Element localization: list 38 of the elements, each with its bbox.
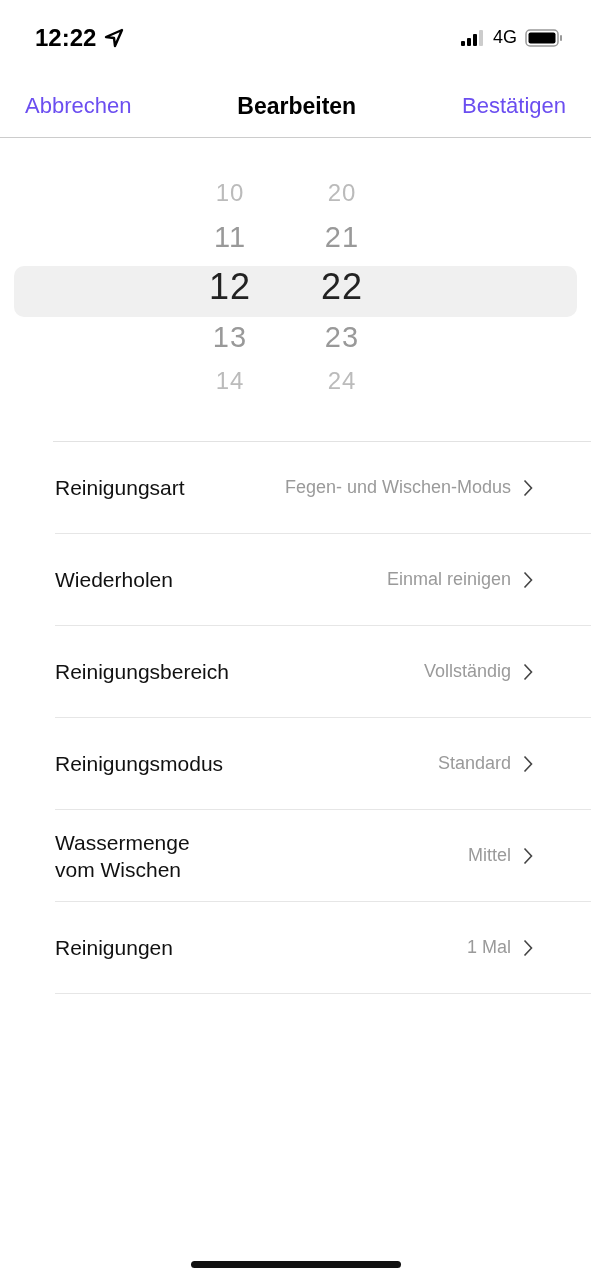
- status-time: 12:22: [35, 23, 97, 52]
- setting-value: Standard: [437, 753, 511, 774]
- settings-row[interactable]: Reinigungen 1 Mal: [55, 902, 591, 994]
- settings-row[interactable]: Reinigungsmodus Standard: [55, 718, 591, 810]
- setting-label: Reinigungsart: [55, 475, 185, 501]
- setting-value: Fegen- und Wischen-Modus: [284, 477, 511, 498]
- hour-option[interactable]: 13: [212, 313, 248, 361]
- minute-option[interactable]: 22: [320, 261, 363, 313]
- chevron-right-icon: [523, 938, 533, 957]
- hour-option[interactable]: 12: [208, 261, 251, 313]
- setting-label: Wiederholen: [55, 567, 173, 593]
- confirm-button[interactable]: Bestätigen: [462, 93, 566, 119]
- nav-title: Bearbeiten: [237, 92, 357, 120]
- setting-label: Reinigungsbereich: [55, 659, 229, 685]
- setting-label: Reinigungen: [55, 935, 173, 961]
- chevron-right-icon: [523, 478, 533, 497]
- setting-value: Einmal reinigen: [386, 569, 511, 590]
- location-arrow-icon: [104, 27, 125, 48]
- setting-value: Mittel: [468, 845, 511, 866]
- signal-icon: [461, 29, 485, 46]
- setting-value: 1 Mal: [467, 937, 511, 958]
- setting-label: Wassermenge vom Wischen: [55, 829, 190, 883]
- minute-option[interactable]: 21: [324, 213, 360, 261]
- minute-option[interactable]: 23: [324, 313, 360, 361]
- cancel-button[interactable]: Abbrechen: [25, 93, 132, 119]
- settings-row[interactable]: Wassermenge vom Wischen Mittel: [55, 810, 591, 902]
- setting-value: Vollständig: [423, 661, 511, 682]
- chevron-right-icon: [523, 570, 533, 589]
- settings-row[interactable]: Reinigungsart Fegen- und Wischen-Modus: [55, 442, 591, 534]
- hour-option[interactable]: 11: [213, 213, 247, 261]
- setting-label: Reinigungsmodus: [55, 751, 224, 777]
- chevron-right-icon: [523, 846, 533, 865]
- battery-icon: [525, 28, 563, 47]
- network-type: 4G: [493, 27, 517, 48]
- chevron-right-icon: [523, 662, 533, 681]
- chevron-right-icon: [523, 754, 533, 773]
- settings-row[interactable]: Wiederholen Einmal reinigen: [55, 534, 591, 626]
- settings-row[interactable]: Reinigungsbereich Vollständig: [55, 626, 591, 718]
